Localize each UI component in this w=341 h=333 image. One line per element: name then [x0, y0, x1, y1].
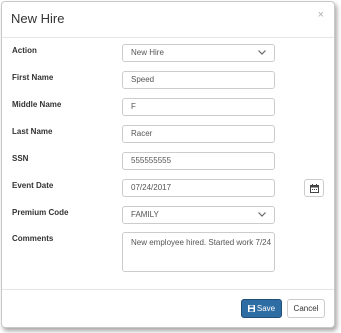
cancel-button[interactable]: Cancel [287, 299, 325, 318]
comments-label: Comments [12, 234, 54, 243]
save-button[interactable]: Save [241, 299, 282, 318]
dialog-footer: Save Cancel [2, 289, 334, 329]
dialog-title: New Hire [11, 11, 65, 26]
date-picker-button[interactable] [304, 179, 324, 197]
premium-code-value: FAMILY [131, 210, 159, 219]
save-button-label: Save [256, 304, 276, 313]
action-select[interactable]: New Hire [122, 44, 275, 62]
last-name-field[interactable]: Racer [122, 125, 275, 143]
middle-name-label: Middle Name [12, 100, 62, 109]
comments-textarea[interactable]: New employee hired. Started work 7/24 [122, 232, 275, 272]
ssn-field[interactable]: 555555555 [122, 152, 275, 170]
ssn-label: SSN [12, 154, 29, 163]
middle-name-field[interactable]: F [122, 98, 275, 116]
chevron-down-icon [258, 212, 266, 217]
action-select-value: New Hire [131, 48, 164, 57]
first-name-field[interactable]: Speed [122, 71, 275, 89]
event-date-field[interactable]: 07/24/2017 [122, 179, 275, 197]
dialog-header: New Hire × [2, 2, 334, 38]
new-hire-dialog: New Hire × Action New Hire First Name Sp… [1, 1, 335, 328]
floppy-disk-icon [247, 305, 255, 312]
last-name-label: Last Name [12, 127, 53, 136]
first-name-label: First Name [12, 73, 54, 82]
calendar-icon [310, 184, 319, 193]
chevron-down-icon [258, 50, 266, 55]
close-icon[interactable]: × [318, 9, 324, 21]
premium-code-select[interactable]: FAMILY [122, 206, 275, 224]
event-date-label: Event Date [12, 181, 54, 190]
action-label: Action [12, 46, 37, 55]
premium-code-label: Premium Code [12, 208, 69, 217]
